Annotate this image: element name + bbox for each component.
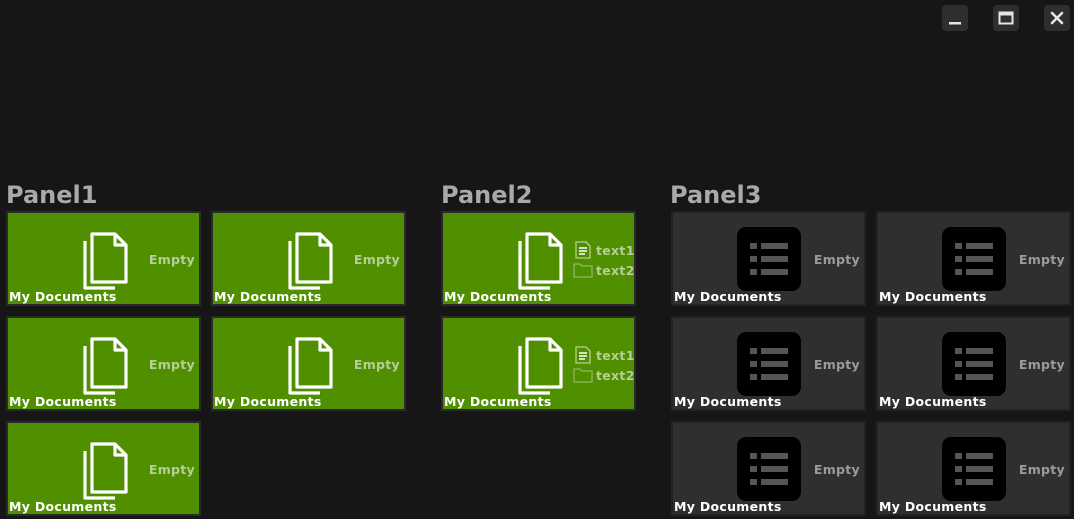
panel3-title: Panel3 (670, 181, 762, 209)
panel3-tile[interactable]: Empty My Documents (876, 211, 1071, 306)
panel1-title: Panel1 (6, 181, 98, 209)
tile-status: Empty (813, 252, 860, 267)
tile-status: Empty (1018, 357, 1065, 372)
tile-status: Empty (148, 252, 195, 267)
documents-icon (83, 442, 128, 500)
folder-item[interactable]: text2 (573, 366, 635, 384)
tile-label: My Documents (214, 394, 322, 409)
close-icon (1050, 11, 1064, 25)
list-icon (737, 227, 801, 291)
tile-label: My Documents (674, 499, 782, 514)
list-icon (942, 227, 1006, 291)
tile-label: My Documents (214, 289, 322, 304)
panel2-title: Panel2 (441, 181, 533, 209)
panel3-tile[interactable]: Empty My Documents (671, 211, 866, 306)
panel1-tile[interactable]: Empty My Documents (6, 211, 201, 306)
panel2-tile[interactable]: text1 text2 My Documents (441, 316, 636, 411)
documents-icon (518, 337, 563, 395)
panel1-tile[interactable]: Empty My Documents (6, 421, 201, 516)
tile-status: Empty (353, 357, 400, 372)
tile-status: Empty (1018, 462, 1065, 477)
tile-status: Empty (148, 357, 195, 372)
documents-icon (83, 337, 128, 395)
tile-label: My Documents (879, 499, 987, 514)
tile-status: Empty (813, 462, 860, 477)
list-icon (737, 332, 801, 396)
file-name: text2 (596, 367, 635, 383)
panel3-tile[interactable]: Empty My Documents (876, 316, 1071, 411)
tile-label: My Documents (9, 289, 117, 304)
panel2-tile[interactable]: text1 text2 My Documents (441, 211, 636, 306)
close-button[interactable] (1044, 5, 1070, 31)
tile-label: My Documents (9, 394, 117, 409)
tile-status: Empty (1018, 252, 1065, 267)
list-icon (942, 332, 1006, 396)
tile-label: My Documents (444, 394, 552, 409)
maximize-button[interactable] (993, 5, 1019, 31)
file-name: text2 (596, 262, 635, 278)
tile-status: Empty (353, 252, 400, 267)
file-item[interactable]: text1 (573, 346, 635, 364)
minimize-button[interactable] (942, 5, 968, 31)
panel1-tile[interactable]: Empty My Documents (211, 316, 406, 411)
minimize-icon (949, 22, 961, 25)
panel3-tile[interactable]: Empty My Documents (671, 421, 866, 516)
documents-icon (288, 337, 333, 395)
panel1-tile[interactable]: Empty My Documents (6, 316, 201, 411)
file-name: text1 (596, 242, 635, 258)
folder-icon (573, 368, 593, 383)
tile-label: My Documents (9, 499, 117, 514)
folder-item[interactable]: text2 (573, 261, 635, 279)
documents-icon (83, 232, 128, 290)
tile-status: Empty (813, 357, 860, 372)
panel3-tile[interactable]: Empty My Documents (876, 421, 1071, 516)
maximize-icon (998, 11, 1014, 25)
panel3-tile[interactable]: Empty My Documents (671, 316, 866, 411)
tile-label: My Documents (444, 289, 552, 304)
text-file-icon (575, 241, 591, 259)
documents-icon (518, 232, 563, 290)
folder-icon (573, 263, 593, 278)
tile-status: Empty (148, 462, 195, 477)
list-icon (737, 437, 801, 501)
tile-label: My Documents (674, 394, 782, 409)
documents-icon (288, 232, 333, 290)
list-icon (942, 437, 1006, 501)
tile-label: My Documents (879, 289, 987, 304)
file-name: text1 (596, 347, 635, 363)
tile-label: My Documents (674, 289, 782, 304)
panel1-tile[interactable]: Empty My Documents (211, 211, 406, 306)
file-item[interactable]: text1 (573, 241, 635, 259)
tile-label: My Documents (879, 394, 987, 409)
text-file-icon (575, 346, 591, 364)
